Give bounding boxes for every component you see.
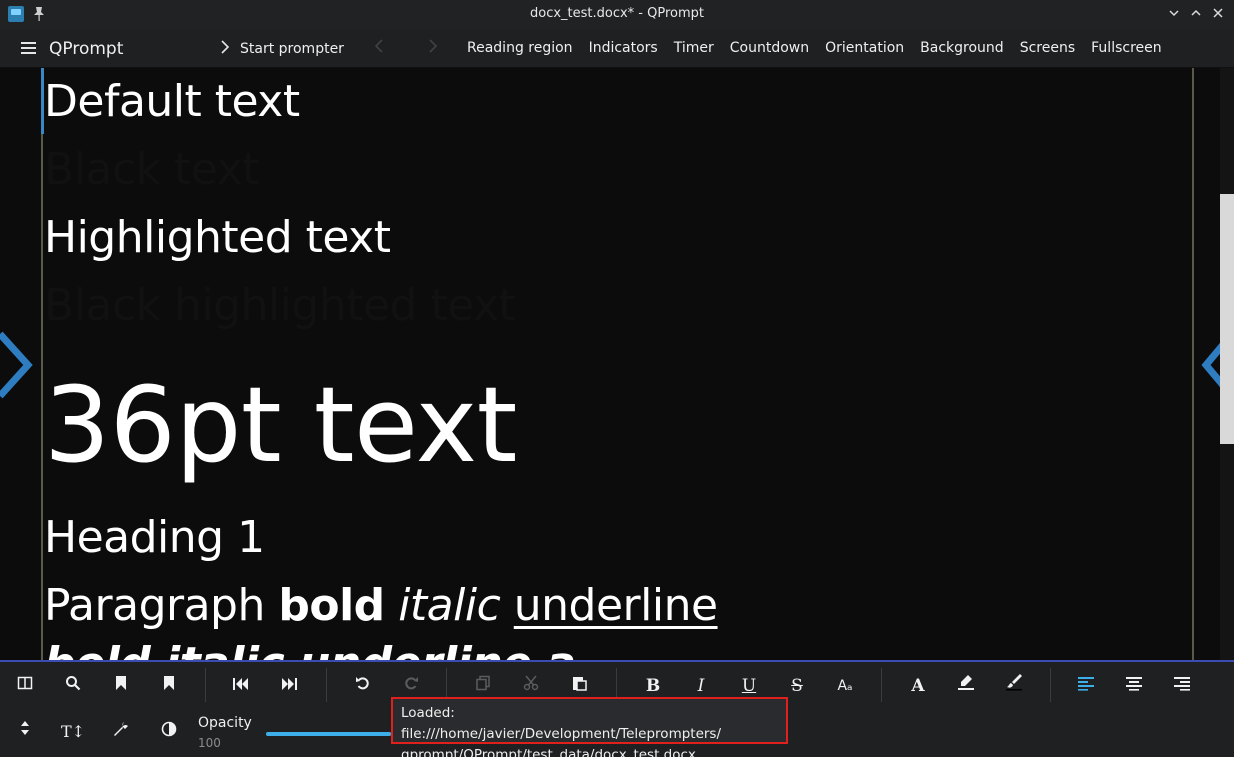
up-down-icon[interactable] (10, 718, 40, 746)
previous-marker-icon[interactable] (374, 38, 384, 58)
underline-button[interactable]: U (734, 672, 764, 700)
menu-background[interactable]: Background (920, 40, 1004, 56)
paragraph-word: Paragraph (44, 580, 265, 631)
maximize-button[interactable] (1186, 5, 1206, 25)
bookmark-filled-icon[interactable] (154, 672, 184, 700)
paragraph-underline: underline (513, 580, 718, 631)
close-button[interactable] (1208, 5, 1228, 25)
skip-back-icon[interactable] (226, 672, 256, 700)
bold-button[interactable]: B (638, 672, 668, 700)
line-black-text: Black text (44, 144, 259, 195)
contrast-icon[interactable] (154, 718, 184, 746)
scrollbar-thumb[interactable] (1220, 194, 1234, 444)
paragraph-bold: bold (278, 580, 385, 631)
chevron-right-icon (220, 39, 230, 59)
line-heading-1: Heading 1 (44, 512, 265, 563)
vertical-scrollbar[interactable] (1220, 68, 1234, 660)
undo-icon[interactable] (348, 672, 378, 700)
menu-reading-region[interactable]: Reading region (467, 40, 573, 56)
text-size-button[interactable]: T↕ (58, 718, 88, 746)
status-line-2: qprompt/QPrompt/test_data/docx_test.docx (401, 747, 696, 757)
status-notification: Loaded: file:///home/javier/Development/… (391, 697, 788, 757)
start-prompter-button[interactable]: Start prompter (220, 39, 344, 59)
reading-pointer-left-icon (0, 330, 34, 400)
line-paragraph: Paragraph bold italic underline (44, 580, 718, 631)
line-36pt-text: 36pt text (44, 364, 517, 486)
start-prompter-label: Start prompter (240, 41, 344, 57)
line-highlighted-text: Highlighted text (44, 212, 391, 263)
redo-icon[interactable] (396, 672, 426, 700)
menu-timer[interactable]: Timer (674, 40, 714, 56)
menu-fullscreen[interactable]: Fullscreen (1091, 40, 1161, 56)
opacity-label: Opacity (198, 715, 252, 731)
hamburger-menu-icon[interactable] (21, 42, 37, 56)
paste-icon[interactable] (564, 672, 594, 700)
title-bar: docx_test.docx* - QPrompt (0, 0, 1234, 30)
scissors-icon[interactable] (516, 672, 546, 700)
menu-orientation[interactable]: Orientation (825, 40, 904, 56)
strikethrough-button[interactable]: S (782, 672, 812, 700)
brush-icon[interactable] (999, 672, 1029, 700)
app-name: QPrompt (49, 39, 124, 59)
menu-indicators[interactable]: Indicators (589, 40, 658, 56)
window-title: docx_test.docx* - QPrompt (529, 6, 704, 21)
left-margin-guide[interactable] (41, 68, 43, 660)
font-size-button[interactable]: Aₐ (830, 672, 860, 700)
highlighter-icon[interactable] (951, 672, 981, 700)
align-right-icon[interactable] (1167, 672, 1197, 700)
line-default-text: Default text (44, 76, 300, 127)
skip-forward-icon[interactable] (274, 672, 304, 700)
opacity-value: 100 (198, 736, 221, 750)
italic-button[interactable]: I (686, 672, 716, 700)
header-menu: Reading region Indicators Timer Countdow… (467, 40, 1162, 56)
menu-screens[interactable]: Screens (1020, 40, 1075, 56)
status-line-1: Loaded: file:///home/javier/Development/… (401, 705, 722, 742)
paragraph-italic: italic (398, 580, 501, 631)
minimize-button[interactable] (1164, 5, 1184, 25)
line-black-highlighted-text: Black highlighted text (44, 280, 516, 331)
menu-countdown[interactable]: Countdown (730, 40, 809, 56)
search-icon[interactable] (58, 672, 88, 700)
align-center-icon[interactable] (1119, 672, 1149, 700)
wrench-icon[interactable] (106, 718, 136, 746)
align-left-icon[interactable] (1071, 672, 1101, 700)
prompter-editor[interactable]: Default text Black text Highlighted text… (0, 68, 1234, 660)
font-button[interactable]: A (903, 672, 933, 700)
line-bold-italic-underline: bold italic underline a (44, 638, 576, 660)
opacity-slider-fill (266, 732, 391, 736)
copy-icon[interactable] (468, 672, 498, 700)
split-view-icon[interactable] (10, 672, 40, 700)
next-marker-icon[interactable] (428, 38, 438, 58)
right-margin-guide[interactable] (1192, 68, 1194, 660)
bookmark-icon[interactable] (106, 672, 136, 700)
header-bar: QPrompt Start prompter Reading region In… (0, 30, 1234, 68)
